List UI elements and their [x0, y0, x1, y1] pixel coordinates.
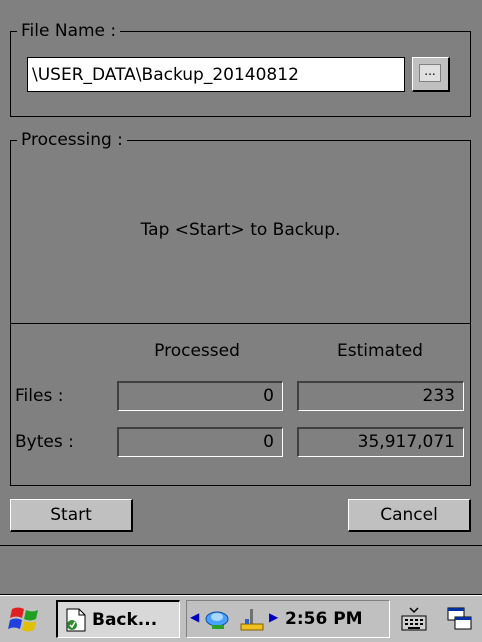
files-processed-field: 0: [117, 381, 283, 411]
taskbar-app-button[interactable]: Back...: [56, 600, 180, 638]
right-arrow-icon[interactable]: ▶: [269, 610, 278, 624]
browse-button-face: ...: [419, 64, 441, 82]
document-icon: [66, 608, 86, 632]
windows-flag-icon: [8, 607, 38, 632]
file-name-legend: File Name :: [17, 21, 121, 41]
cancel-button[interactable]: Cancel: [348, 499, 471, 532]
bytes-label: Bytes :: [15, 432, 74, 452]
status-message: Tap <Start> to Backup.: [140, 220, 341, 240]
left-arrow-icon[interactable]: ◀: [190, 610, 199, 624]
input-panel-button[interactable]: [392, 600, 436, 638]
start-menu-button[interactable]: [4, 601, 48, 637]
network-icon[interactable]: [203, 607, 233, 633]
browse-label: ...: [424, 64, 436, 78]
usb-connection-icon[interactable]: [237, 607, 267, 633]
files-label: Files :: [15, 386, 64, 406]
clock[interactable]: 2:56 PM: [285, 608, 363, 630]
files-estimated-field: 233: [297, 381, 464, 411]
taskbar: Back... ◀ ▶ 2:56 PM: [0, 595, 482, 642]
keyboard-icon: [401, 607, 427, 631]
file-path-value: \USER_DATA\Backup_20140812: [32, 65, 299, 85]
processing-group: Processing : Tap <Start> to Backup. Proc…: [10, 130, 471, 486]
bytes-estimated-field: 35,917,071: [297, 427, 464, 457]
processed-column-header: Processed: [154, 341, 240, 361]
file-path-field[interactable]: \USER_DATA\Backup_20140812: [27, 57, 405, 92]
taskbar-app-label: Back...: [92, 610, 158, 630]
notification-tray: ◀ ▶ 2:56 PM: [186, 600, 390, 638]
show-desktop-button[interactable]: [440, 600, 480, 638]
file-name-group: File Name : \USER_DATA\Backup_20140812 .…: [10, 21, 471, 117]
windows-cascade-icon: [447, 607, 472, 630]
browse-button[interactable]: ...: [412, 57, 450, 92]
bytes-processed-field: 0: [117, 427, 283, 457]
section-divider: [11, 323, 470, 324]
processing-legend: Processing :: [17, 130, 127, 150]
start-button[interactable]: Start: [10, 499, 133, 532]
status-bar: [0, 545, 482, 595]
estimated-column-header: Estimated: [337, 341, 423, 361]
